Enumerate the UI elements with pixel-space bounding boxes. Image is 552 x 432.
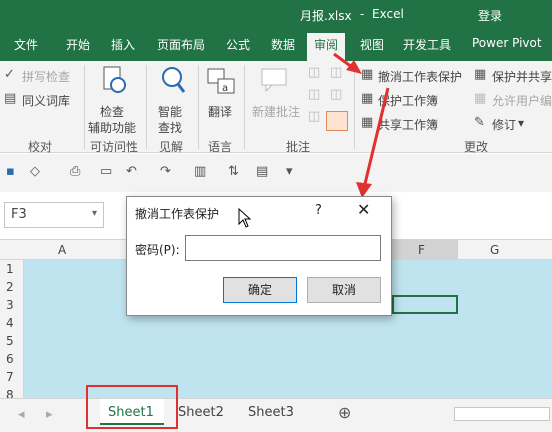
mouse-cursor-icon xyxy=(238,208,252,228)
unprotect-sheet-dialog: 撤消工作表保护 ? ✕ 密码(P): 确定 取消 xyxy=(126,196,392,316)
password-label: 密码(P): xyxy=(135,243,180,257)
help-icon[interactable]: ? xyxy=(315,203,322,218)
cancel-button[interactable]: 取消 xyxy=(307,277,381,303)
dialog-title: 撤消工作表保护 xyxy=(135,207,220,221)
ok-button[interactable]: 确定 xyxy=(223,277,297,303)
close-icon[interactable]: ✕ xyxy=(357,200,370,219)
password-field[interactable] xyxy=(185,235,381,261)
